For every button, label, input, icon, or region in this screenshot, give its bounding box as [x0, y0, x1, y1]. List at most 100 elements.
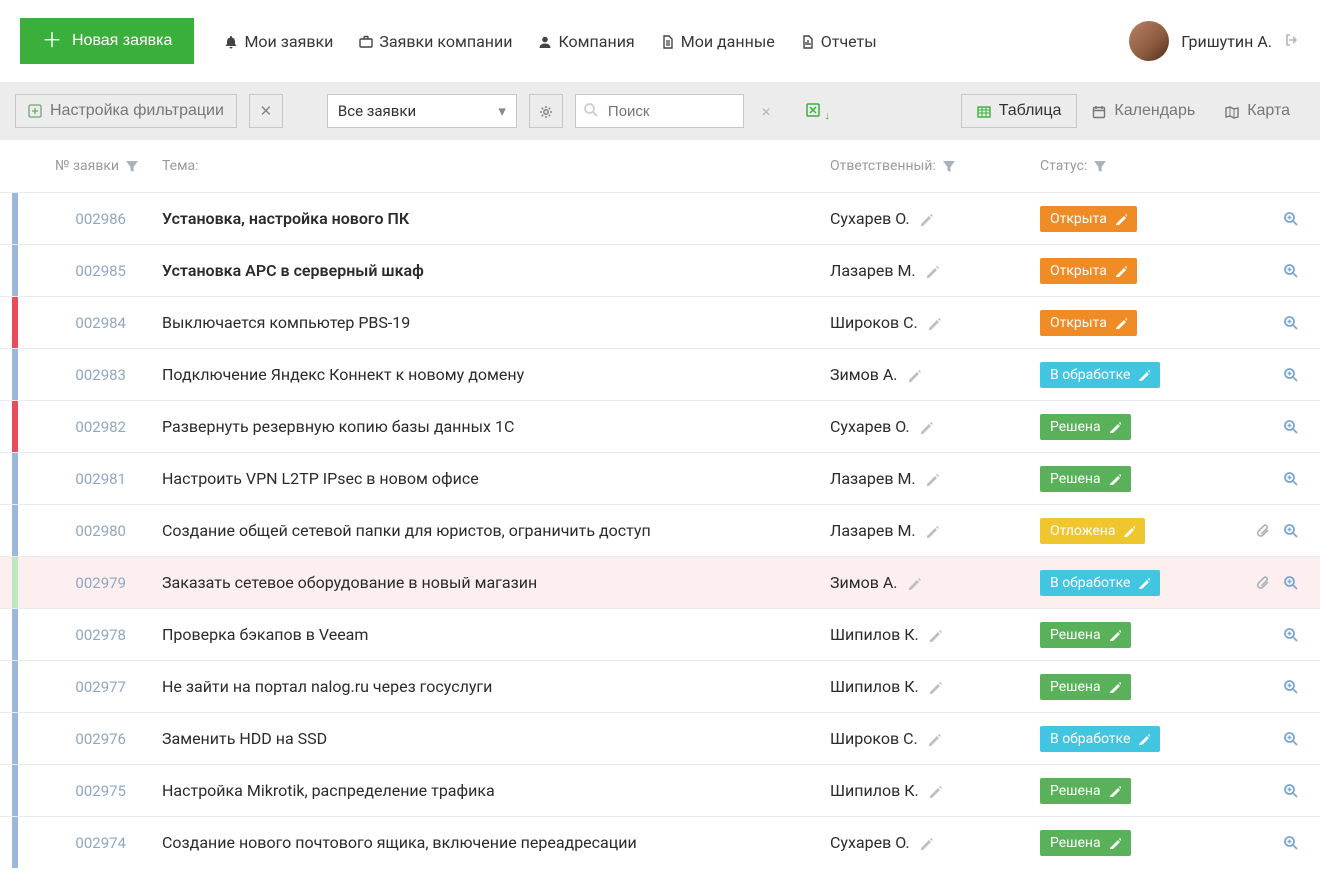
status-badge[interactable]: Отложена — [1040, 518, 1145, 544]
edit-icon[interactable] — [926, 261, 940, 280]
status-badge[interactable]: Решена — [1040, 622, 1131, 648]
ticket-subject[interactable]: Настроить VPN L2TP IPsec в новом офисе — [144, 455, 830, 502]
ticket-subject[interactable]: Проверка бэкапов в Veeam — [144, 611, 830, 658]
status-badge[interactable]: Решена — [1040, 674, 1131, 700]
filter-setup-close-button[interactable]: ✕ — [249, 94, 283, 128]
ticket-number[interactable]: 002980 — [24, 522, 144, 540]
new-ticket-button[interactable]: ＋ Новая заявка — [20, 18, 194, 64]
ticket-subject[interactable]: Заказать сетевое оборудование в новый ма… — [144, 559, 830, 606]
edit-icon[interactable] — [920, 417, 934, 436]
status-badge[interactable]: Решена — [1040, 414, 1131, 440]
zoom-icon[interactable] — [1284, 523, 1298, 539]
zoom-icon[interactable] — [1284, 471, 1298, 487]
ticket-number[interactable]: 002986 — [24, 210, 144, 228]
ticket-subject[interactable]: Настройка Mikrotik, распределение трафик… — [144, 767, 830, 814]
zoom-icon[interactable] — [1284, 835, 1298, 851]
status-badge[interactable]: Открыта — [1040, 258, 1137, 284]
zoom-icon[interactable] — [1284, 627, 1298, 643]
ticket-number[interactable]: 002978 — [24, 626, 144, 644]
edit-icon[interactable] — [926, 521, 940, 540]
ticket-number[interactable]: 002975 — [24, 782, 144, 800]
view-map-button[interactable]: Карта — [1210, 94, 1305, 128]
table-row[interactable]: 002977 Не зайти на портал nalog.ru через… — [0, 660, 1320, 712]
search-field[interactable] — [575, 94, 744, 128]
ticket-number[interactable]: 002984 — [24, 314, 144, 332]
edit-icon[interactable] — [928, 729, 942, 748]
filter-setup-button[interactable]: Настройка фильтрации — [15, 94, 237, 128]
ticket-subject[interactable]: Установка APC в серверный шкаф — [144, 247, 830, 294]
zoom-icon[interactable] — [1284, 575, 1298, 591]
ticket-subject[interactable]: Установка, настройка нового ПК — [144, 195, 830, 242]
attachment-icon[interactable] — [1256, 575, 1270, 591]
table-row[interactable]: 002980 Создание общей сетевой папки для … — [0, 504, 1320, 556]
ticket-number[interactable]: 002983 — [24, 366, 144, 384]
status-badge[interactable]: В обработке — [1040, 362, 1160, 388]
zoom-icon[interactable] — [1284, 211, 1298, 227]
nav-my-data[interactable]: Мои данные — [661, 32, 775, 51]
zoom-icon[interactable] — [1284, 679, 1298, 695]
zoom-icon[interactable] — [1284, 419, 1298, 435]
ticket-subject[interactable]: Развернуть резервную копию базы данных 1… — [144, 403, 830, 450]
table-row[interactable]: 002975 Настройка Mikrotik, распределение… — [0, 764, 1320, 816]
edit-icon[interactable] — [929, 677, 943, 696]
zoom-icon[interactable] — [1284, 367, 1298, 383]
ticket-number[interactable]: 002982 — [24, 418, 144, 436]
search-clear-button[interactable]: × — [756, 102, 777, 121]
column-number[interactable]: № заявки — [24, 158, 144, 174]
edit-icon[interactable] — [929, 781, 943, 800]
ticket-subject[interactable]: Создание нового почтового ящика, включен… — [144, 819, 830, 866]
tickets-filter-dropdown[interactable]: Все заявки ▾ — [327, 94, 517, 128]
table-row[interactable]: 002978 Проверка бэкапов в Veeam Шипилов … — [0, 608, 1320, 660]
edit-icon[interactable] — [929, 625, 943, 644]
tickets-filter-settings-button[interactable] — [529, 94, 563, 128]
edit-icon[interactable] — [920, 833, 934, 852]
search-input[interactable] — [600, 96, 735, 127]
table-row[interactable]: 002981 Настроить VPN L2TP IPsec в новом … — [0, 452, 1320, 504]
nav-company-tickets[interactable]: Заявки компании — [359, 32, 512, 51]
status-badge[interactable]: В обработке — [1040, 726, 1160, 752]
edit-icon[interactable] — [926, 469, 940, 488]
ticket-number[interactable]: 002981 — [24, 470, 144, 488]
edit-icon[interactable] — [908, 365, 922, 384]
ticket-number[interactable]: 002977 — [24, 678, 144, 696]
column-status[interactable]: Статус: — [1030, 158, 1240, 174]
ticket-number[interactable]: 002974 — [24, 834, 144, 852]
avatar[interactable] — [1129, 21, 1169, 61]
zoom-icon[interactable] — [1284, 263, 1298, 279]
status-badge[interactable]: Решена — [1040, 830, 1131, 856]
ticket-subject[interactable]: Не зайти на портал nalog.ru через госусл… — [144, 663, 830, 710]
zoom-icon[interactable] — [1284, 783, 1298, 799]
status-badge[interactable]: Решена — [1040, 778, 1131, 804]
edit-icon[interactable] — [908, 573, 922, 592]
view-calendar-button[interactable]: Календарь — [1077, 94, 1210, 128]
table-row[interactable]: 002985 Установка APC в серверный шкаф Ла… — [0, 244, 1320, 296]
user-name[interactable]: Гришутин А. — [1181, 32, 1272, 51]
table-row[interactable]: 002984 Выключается компьютер PBS-19 Широ… — [0, 296, 1320, 348]
logout-icon[interactable] — [1284, 33, 1300, 49]
table-row[interactable]: 002986 Установка, настройка нового ПК Су… — [0, 192, 1320, 244]
status-badge[interactable]: Решена — [1040, 466, 1131, 492]
ticket-number[interactable]: 002985 — [24, 262, 144, 280]
table-row[interactable]: 002974 Создание нового почтового ящика, … — [0, 816, 1320, 868]
ticket-number[interactable]: 002976 — [24, 730, 144, 748]
column-responsible[interactable]: Ответственный: — [830, 158, 1030, 174]
status-badge[interactable]: Открыта — [1040, 310, 1137, 336]
table-row[interactable]: 002976 Заменить HDD на SSD Широков С. В … — [0, 712, 1320, 764]
ticket-subject[interactable]: Создание общей сетевой папки для юристов… — [144, 507, 830, 554]
excel-export-icon[interactable]: ↓ — [806, 101, 830, 122]
column-subject[interactable]: Тема: — [144, 158, 830, 174]
zoom-icon[interactable] — [1284, 731, 1298, 747]
attachment-icon[interactable] — [1256, 523, 1270, 539]
edit-icon[interactable] — [920, 209, 934, 228]
ticket-subject[interactable]: Подключение Яндекс Коннект к новому доме… — [144, 351, 830, 398]
ticket-number[interactable]: 002979 — [24, 574, 144, 592]
view-table-button[interactable]: Таблица — [961, 94, 1078, 128]
nav-company[interactable]: Компания — [538, 32, 634, 51]
table-row[interactable]: 002979 Заказать сетевое оборудование в н… — [0, 556, 1320, 608]
ticket-subject[interactable]: Выключается компьютер PBS-19 — [144, 299, 830, 346]
status-badge[interactable]: Открыта — [1040, 206, 1137, 232]
nav-my-tickets[interactable]: Мои заявки — [224, 32, 333, 51]
status-badge[interactable]: В обработке — [1040, 570, 1160, 596]
zoom-icon[interactable] — [1284, 315, 1298, 331]
table-row[interactable]: 002983 Подключение Яндекс Коннект к ново… — [0, 348, 1320, 400]
